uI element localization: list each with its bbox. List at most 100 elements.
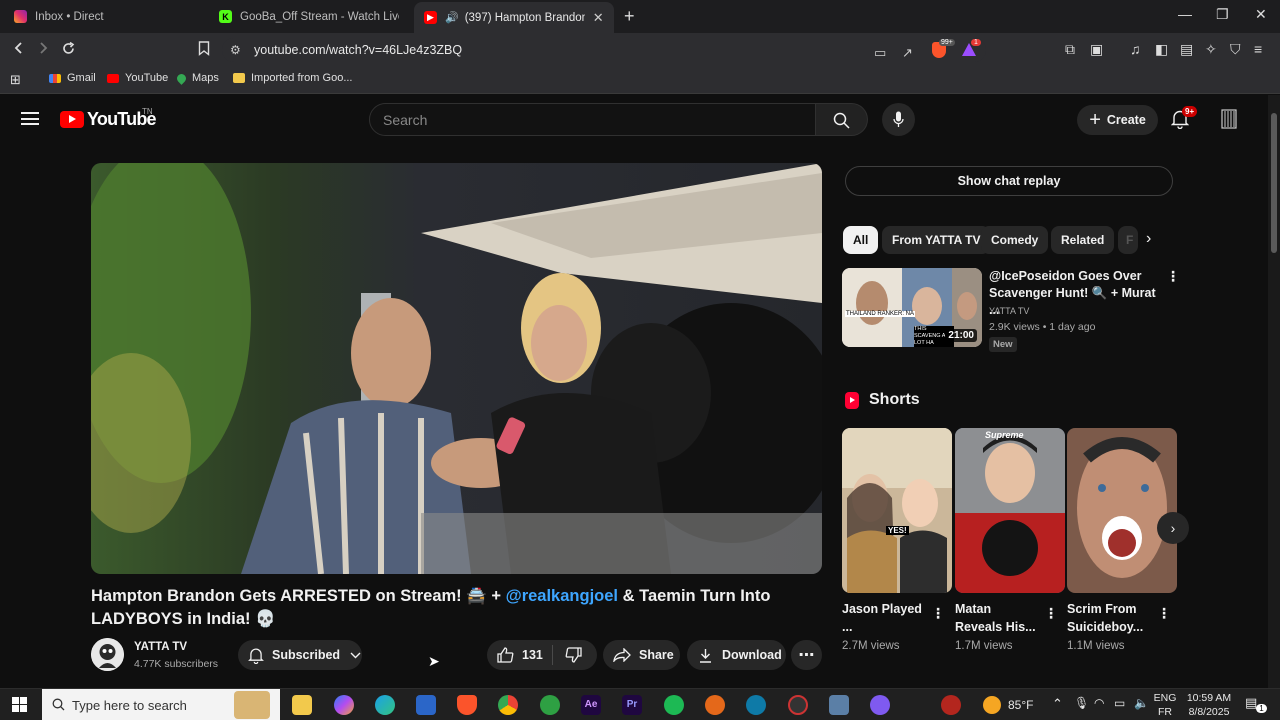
wifi-icon[interactable]: ◠ (1094, 696, 1104, 710)
mention-link[interactable]: @realkangjoel (506, 587, 618, 605)
back-button[interactable] (12, 41, 26, 60)
spotify-icon[interactable] (664, 695, 684, 715)
search-button[interactable] (816, 103, 868, 136)
bookmark-maps[interactable]: Maps (175, 71, 219, 85)
like-button[interactable]: 131 (487, 645, 553, 665)
chevron-right-icon[interactable]: › (1146, 230, 1151, 248)
recommended-thumbnail[interactable]: THAILAND RANKER: NA THIS SCAVENG A LOT H… (842, 268, 982, 347)
clock-date[interactable]: 8/8/2025 (1184, 706, 1234, 718)
more-vertical-icon[interactable]: ⋮ (1157, 605, 1171, 622)
guide-menu-icon[interactable] (21, 112, 39, 125)
short-thumbnail-3[interactable] (1067, 428, 1177, 593)
address-bar[interactable]: ⚙ youtube.com/watch?v=46LJe4z3ZBQ ▭ ↗ 99… (222, 38, 986, 62)
more-vertical-icon[interactable]: ⋮ (931, 605, 945, 622)
extensions-icon[interactable]: ⧉ (1065, 41, 1075, 58)
vpn-icon[interactable]: ⛉ (1230, 41, 1241, 58)
site-info-icon[interactable]: ⚙ (230, 43, 241, 57)
search-input[interactable]: Search (369, 103, 816, 136)
battery-icon[interactable]: ▭ (1114, 696, 1125, 710)
chip-related[interactable]: Related (1051, 226, 1115, 254)
menu-icon[interactable]: ≡ (1254, 41, 1262, 57)
media-icon[interactable]: ♫ (1130, 41, 1141, 57)
forward-button[interactable] (36, 41, 50, 60)
weather-sun-icon[interactable] (983, 696, 1001, 714)
new-tab-button[interactable]: + (624, 6, 635, 27)
short-title-3[interactable]: Scrim From Suicideboy... (1067, 600, 1152, 636)
chip-partial[interactable]: F (1118, 226, 1138, 254)
minimize-button[interactable]: — (1178, 6, 1192, 22)
bookmark-youtube[interactable]: YouTube (107, 72, 168, 84)
obs-icon[interactable] (788, 695, 808, 715)
speaker-icon[interactable]: 🔊 (445, 11, 459, 24)
more-actions-button[interactable]: ⋯ (791, 640, 822, 670)
youtube-logo[interactable]: YouTube TN (60, 107, 157, 130)
download-button[interactable]: Download (687, 640, 786, 670)
after-effects-icon[interactable]: Ae (581, 695, 601, 715)
share-page-icon[interactable]: ↗ (902, 45, 913, 61)
volume-icon[interactable]: 🔈 (1134, 696, 1149, 710)
bookmark-icon[interactable] (198, 41, 210, 61)
video-player[interactable] (91, 163, 822, 574)
windows-start-icon[interactable] (12, 697, 27, 717)
premiere-icon[interactable]: Pr (622, 695, 642, 715)
copilot-icon[interactable] (334, 695, 354, 715)
share-button[interactable]: Share (603, 640, 680, 670)
bookmark-folder-imported[interactable]: Imported from Goo... (233, 72, 352, 84)
account-avatar[interactable] (1221, 109, 1237, 129)
crypto-wallet-icon[interactable]: ▤ (1180, 41, 1193, 58)
utorrent-icon[interactable] (540, 695, 560, 715)
keyboard-layout[interactable]: FR (1153, 706, 1177, 718)
discord-icon[interactable] (870, 695, 890, 715)
url-text[interactable]: youtube.com/watch?v=46LJe4z3ZBQ (254, 43, 462, 57)
reload-button[interactable] (61, 41, 76, 61)
short-thumbnail-1[interactable]: YES! (842, 428, 952, 593)
show-chat-replay-button[interactable]: Show chat replay (845, 166, 1173, 196)
chrome-icon[interactable] (498, 695, 518, 715)
tab-kick[interactable]: K GooBa_Off Stream - Watch Live on K (209, 0, 409, 33)
tab-youtube-active[interactable]: ▶ 🔊 (397) Hampton Brandon Gets ✕ (414, 2, 614, 33)
file-explorer-icon[interactable] (292, 695, 312, 715)
cast-icon[interactable]: ▭ (874, 45, 886, 61)
store-icon[interactable] (416, 695, 436, 715)
app-icon-orange[interactable] (705, 695, 725, 715)
microphone-tray-icon[interactable]: 🎙 (1074, 696, 1089, 710)
window-close-button[interactable]: ✕ (1255, 6, 1267, 23)
chip-from-channel[interactable]: From YATTA TV (882, 226, 991, 254)
leo-ai-icon[interactable]: ✧ (1205, 41, 1217, 58)
channel-name[interactable]: YATTA TV (134, 641, 187, 653)
close-icon[interactable]: ✕ (593, 10, 604, 26)
create-button[interactable]: + Create (1077, 105, 1158, 135)
short-title-1[interactable]: Jason Played ... (842, 600, 927, 636)
tray-chevron-icon[interactable]: ⌃ (1052, 696, 1063, 712)
app-icon-red[interactable] (941, 695, 961, 715)
share-icon (613, 648, 631, 662)
scrollbar-thumb[interactable] (1271, 113, 1277, 253)
bookmark-gmail[interactable]: Gmail (49, 72, 96, 84)
apps-grid-icon[interactable]: ⊞ (10, 72, 21, 88)
app-icon-window[interactable] (829, 695, 849, 715)
short-thumbnail-2[interactable]: Supreme (955, 428, 1065, 593)
brave-icon[interactable] (457, 695, 477, 715)
clock-time[interactable]: 10:59 AM (1184, 692, 1234, 704)
wallet-icon[interactable]: ▣ (1090, 41, 1103, 58)
tab-instagram[interactable]: Inbox • Direct (4, 0, 204, 33)
sidebar-icon[interactable]: ◧ (1155, 41, 1168, 58)
more-vertical-icon[interactable]: ⋮ (1044, 605, 1058, 622)
capcut-icon[interactable] (746, 695, 766, 715)
recommended-channel[interactable]: YATTA TV (989, 306, 1029, 316)
page-scrollbar[interactable] (1268, 95, 1280, 688)
language-indicator[interactable]: ENG (1153, 692, 1177, 704)
dislike-button[interactable] (553, 647, 582, 663)
edge-icon[interactable] (375, 695, 395, 715)
subscribed-button[interactable]: Subscribed (238, 640, 362, 670)
voice-search-button[interactable] (882, 103, 915, 136)
shorts-next-button[interactable]: › (1157, 512, 1189, 544)
chip-all[interactable]: All (843, 226, 879, 254)
more-vertical-icon[interactable]: ⋮ (1166, 268, 1180, 285)
short-title-2[interactable]: Matan Reveals His... (955, 600, 1040, 636)
maximize-button[interactable]: ❐ (1216, 6, 1229, 23)
weather-temp[interactable]: 85°F (1008, 698, 1033, 712)
chip-comedy[interactable]: Comedy (981, 226, 1049, 254)
taskbar-search-input[interactable]: Type here to search (42, 689, 280, 720)
channel-avatar[interactable] (91, 638, 124, 671)
